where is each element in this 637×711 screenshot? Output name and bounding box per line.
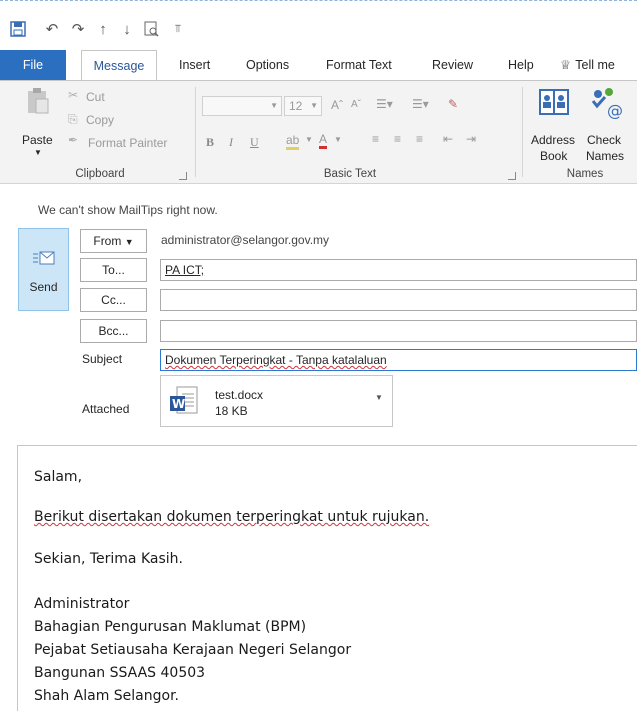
send-button[interactable]: Send [18, 228, 69, 311]
clipboard-launcher-icon[interactable] [179, 172, 187, 180]
cut-button[interactable]: Cut [86, 90, 105, 104]
align-left-icon[interactable]: ≡ [372, 132, 379, 146]
numbering-icon[interactable]: ☰▾ [412, 97, 429, 111]
attachment-dropdown-icon[interactable]: ▼ [375, 393, 383, 402]
clipboard-group-label: Clipboard [75, 168, 125, 180]
mailtips-message: We can't show MailTips right now. [38, 203, 218, 217]
attachment-size: 18 KB [215, 404, 248, 418]
font-size-value: 12 [289, 99, 303, 113]
decrease-indent-icon[interactable]: ⇤ [443, 132, 453, 146]
body-line: Sekian, Terima Kasih. [34, 551, 183, 567]
chevron-down-icon: ▼ [124, 237, 134, 247]
body-line: Bangunan SSAAS 40503 [34, 665, 206, 681]
redo-icon[interactable]: ↷ [68, 19, 88, 39]
body-line: Pejabat Setiausaha Kerajaan Negeri Selan… [34, 642, 352, 658]
paste-dropdown-icon[interactable]: ▼ [34, 148, 42, 157]
bcc-button[interactable]: Bcc... [80, 319, 147, 343]
group-divider [195, 87, 196, 177]
shrink-font-icon[interactable]: Aˇ [351, 99, 361, 110]
tab-insert[interactable]: Insert [179, 50, 210, 80]
clear-formatting-icon[interactable]: ✎ [448, 97, 458, 111]
svg-text:@: @ [607, 101, 623, 119]
tab-file[interactable]: File [0, 50, 66, 80]
body-line: Administrator [34, 596, 130, 612]
body-line: Salam, [34, 469, 83, 485]
from-label: From [93, 234, 122, 248]
increase-indent-icon[interactable]: ⇥ [466, 132, 476, 146]
ribbon: Paste ▼ ✂ Cut ⎘ Copy ✒ Format Painter Cl… [0, 80, 637, 184]
names-group-label: Names [566, 168, 604, 180]
tab-options[interactable]: Options [246, 50, 289, 80]
subject-value: Dokumen Terperingkat - Tanpa katalaluan [165, 353, 387, 367]
grow-font-icon[interactable]: Aˆ [331, 98, 343, 112]
up-arrow-icon[interactable]: ↑ [93, 19, 113, 39]
align-right-icon[interactable]: ≡ [416, 132, 423, 146]
check-names-icon[interactable]: @ [590, 87, 624, 122]
highlight-icon[interactable]: ab [286, 133, 300, 150]
address-book-label-1[interactable]: Address [531, 133, 575, 147]
chevron-down-icon: ▼ [270, 101, 278, 110]
attached-label: Attached [82, 402, 130, 416]
bold-button[interactable]: B [206, 135, 214, 150]
subject-field[interactable]: Dokumen Terperingkat - Tanpa katalaluan [160, 349, 637, 371]
from-button[interactable]: From ▼ [80, 229, 147, 253]
address-book-icon[interactable] [538, 87, 570, 120]
attachment-name: test.docx [215, 388, 264, 402]
word-document-icon: W [169, 386, 199, 421]
font-name-combo[interactable]: ▼ [202, 96, 282, 116]
customize-qat-icon[interactable]: ⫪ [168, 19, 188, 39]
font-size-combo[interactable]: 12 ▼ [284, 96, 322, 116]
body-line: Berikut disertakan dokumen terperingkat … [34, 509, 430, 525]
body-line: Shah Alam Selangor. [34, 688, 180, 704]
from-value: administrator@selangor.gov.my [161, 233, 330, 247]
body-line: Bahagian Pengurusan Maklumat (BPM) [34, 619, 307, 635]
tab-review[interactable]: Review [432, 50, 473, 80]
basic-text-launcher-icon[interactable] [508, 172, 516, 180]
format-painter-icon: ✒ [68, 133, 79, 147]
chevron-down-icon: ▼ [310, 101, 318, 110]
tell-me-label: Tell me [575, 58, 615, 72]
send-icon [33, 251, 55, 268]
tab-help[interactable]: Help [508, 50, 534, 80]
chevron-down-icon[interactable]: ▼ [305, 135, 313, 144]
subject-label: Subject [82, 352, 123, 366]
save-icon[interactable] [8, 19, 28, 39]
ribbon-tabs: File Message Insert Options Format Text … [0, 50, 637, 80]
bcc-field[interactable] [160, 320, 637, 342]
to-button[interactable]: To... [80, 258, 147, 282]
tab-tell-me[interactable]: ♕ Tell me [560, 50, 615, 80]
check-names-label-1[interactable]: Check [587, 133, 621, 147]
basic-text-group-label: Basic Text [323, 168, 377, 180]
format-painter-button[interactable]: Format Painter [88, 136, 167, 150]
lightbulb-icon: ♕ [560, 58, 572, 72]
paste-icon[interactable] [26, 87, 50, 120]
attachment-item[interactable]: W test.docx 18 KB ▼ [160, 375, 393, 427]
underline-button[interactable]: U [250, 135, 259, 150]
italic-button[interactable]: I [229, 135, 233, 150]
font-color-icon[interactable]: A [319, 132, 328, 149]
align-center-icon[interactable]: ≡ [394, 132, 401, 146]
cc-button[interactable]: Cc... [80, 288, 147, 312]
group-divider [522, 87, 523, 177]
down-arrow-icon[interactable]: ↓ [117, 19, 137, 39]
quick-access-toolbar: ↶ ↷ ↑ ↓ ⫪ [0, 0, 637, 44]
chevron-down-icon[interactable]: ▼ [334, 135, 342, 144]
paste-button[interactable]: Paste [22, 133, 53, 147]
svg-text:W: W [172, 397, 185, 411]
bullets-icon[interactable]: ☰▾ [376, 97, 393, 111]
copy-button[interactable]: Copy [86, 113, 114, 127]
check-names-label-2[interactable]: Names [586, 149, 624, 163]
cut-icon: ✂ [68, 88, 79, 102]
send-label: Send [29, 280, 58, 294]
to-recipient[interactable]: PA ICT; [165, 263, 204, 277]
undo-icon[interactable]: ↶ [42, 19, 62, 39]
print-preview-icon[interactable] [141, 19, 161, 39]
to-field[interactable]: PA ICT; [160, 259, 637, 281]
message-body[interactable]: Salam, Berikut disertakan dokumen terper… [17, 445, 637, 711]
copy-icon: ⎘ [68, 112, 78, 126]
tab-message[interactable]: Message [81, 50, 157, 80]
address-book-label-2[interactable]: Book [540, 149, 567, 163]
tab-format-text[interactable]: Format Text [326, 50, 392, 80]
cc-field[interactable] [160, 289, 637, 311]
